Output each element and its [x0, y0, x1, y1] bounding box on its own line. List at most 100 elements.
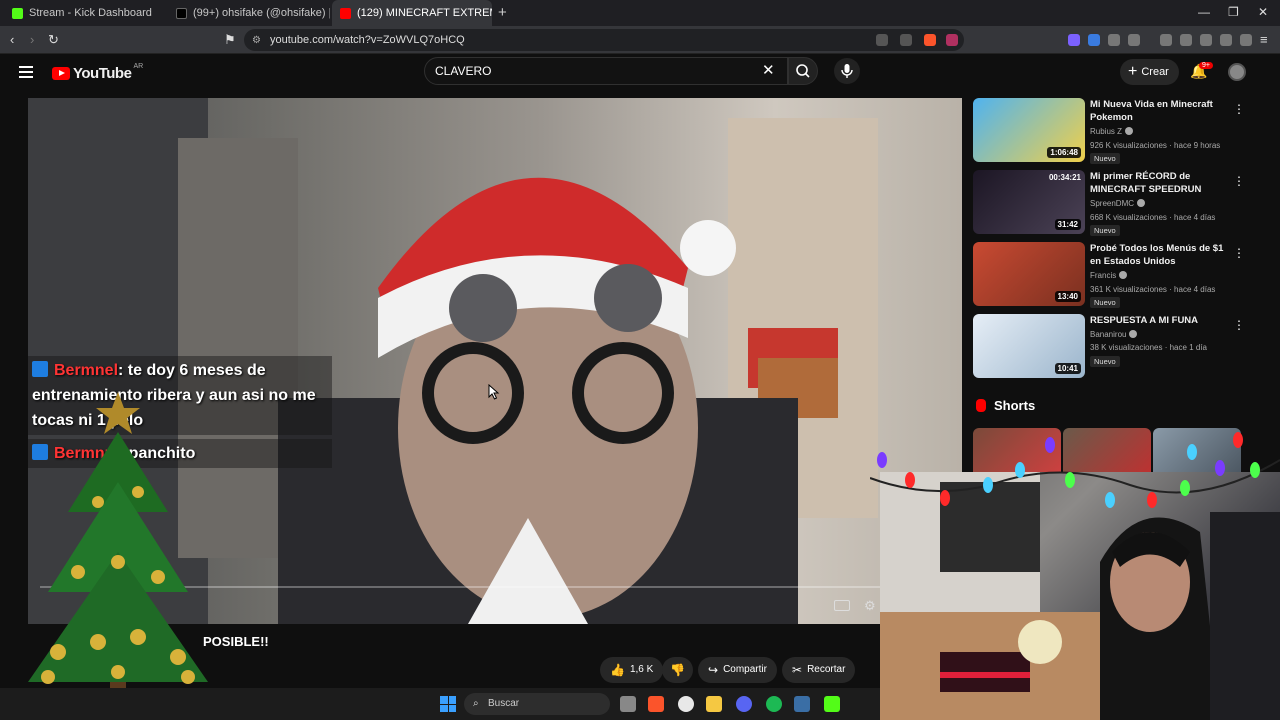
channel-name[interactable]: Francis	[1090, 271, 1128, 280]
new-tab-icon[interactable]: +	[498, 4, 507, 21]
channel-label: Bananirou	[1090, 330, 1127, 339]
file-explorer-icon[interactable]	[706, 696, 722, 712]
settings-gear-icon[interactable]: ⚙	[864, 598, 876, 614]
windows-start-icon[interactable]	[440, 696, 456, 712]
tiktok-icon	[176, 7, 187, 19]
clear-search-icon[interactable]: ✕	[762, 61, 775, 79]
app-icon[interactable]	[794, 696, 810, 712]
vpn-icon[interactable]	[1240, 34, 1252, 46]
chrome-icon[interactable]	[678, 696, 694, 712]
create-button[interactable]: + Crear	[1120, 59, 1179, 85]
youtube-icon	[340, 7, 351, 19]
more-options-icon[interactable]: ⋮	[1233, 102, 1245, 116]
spotify-icon[interactable]	[766, 696, 782, 712]
task-view-icon[interactable]	[620, 696, 636, 712]
recommended-video[interactable]: 00:34:21 31:42 Mi primer RÉCORD de MINEC…	[973, 170, 1263, 236]
video-thumbnail[interactable]: 1:06:48	[973, 98, 1085, 162]
cast-icon[interactable]	[876, 34, 888, 46]
like-button[interactable]: 👍 1,6 K	[600, 657, 664, 683]
duration-badge: 1:06:48	[1047, 147, 1081, 158]
scissors-icon: ✂	[792, 663, 803, 677]
verified-icon	[1119, 271, 1128, 279]
tab-tiktok[interactable]: (99+) ohsifake (@ohsifake) | TikTok	[168, 0, 330, 26]
discord-icon[interactable]	[736, 696, 752, 712]
tab-label: (129) MINECRAFT EXTREMO ES I	[357, 7, 492, 19]
extension-icon[interactable]	[1128, 34, 1140, 46]
video-title[interactable]: RESPUESTA A MI FUNA	[1090, 314, 1230, 327]
video-title[interactable]: Mi primer RÉCORD de MINECRAFT SPEEDRUN	[1090, 170, 1230, 196]
search-input[interactable]: CLAVERO	[424, 57, 788, 85]
avatar[interactable]	[1228, 63, 1246, 81]
hamburger-menu-icon[interactable]	[19, 66, 33, 78]
recommended-video[interactable]: 10:41 RESPUESTA A MI FUNA Bananirou 38 K…	[973, 314, 1263, 378]
christmas-tree-decoration	[28, 392, 208, 702]
bookmark-icon[interactable]: ⚑	[224, 32, 236, 48]
video-thumbnail[interactable]: 00:34:21 31:42	[973, 170, 1085, 234]
tab-kick-dashboard[interactable]: Stream - Kick Dashboard	[4, 0, 164, 26]
tab-label: Stream - Kick Dashboard	[29, 7, 152, 19]
video-title[interactable]: Mi Nueva Vida en Minecraft Pokemon	[1090, 98, 1230, 124]
new-badge: Nuevo	[1090, 356, 1120, 367]
search-icon: ⌕	[473, 698, 479, 709]
mouse-cursor-icon	[488, 384, 500, 400]
kick-app-icon[interactable]	[824, 696, 840, 712]
url-field[interactable]: youtube.com/watch?v=ZoWVLQ7oHCQ	[244, 29, 964, 51]
search-button[interactable]	[788, 57, 818, 85]
share-label: Compartir	[723, 664, 767, 675]
brave-icon[interactable]	[648, 696, 664, 712]
puzzle-icon[interactable]	[1108, 34, 1120, 46]
duration-badge: 13:40	[1054, 291, 1081, 302]
more-options-icon[interactable]: ⋮	[1233, 174, 1245, 188]
restore-icon[interactable]: ❐	[1228, 5, 1239, 19]
verified-icon	[1125, 127, 1134, 135]
video-thumbnail[interactable]: 13:40	[973, 242, 1085, 306]
more-options-icon[interactable]: ⋮	[1233, 318, 1245, 332]
subtitles-icon[interactable]	[834, 600, 850, 611]
browser-tab-bar: Stream - Kick Dashboard (99+) ohsifake (…	[0, 0, 1280, 26]
channel-name[interactable]: Rubius Z	[1090, 127, 1134, 136]
taskbar-search[interactable]: Buscar	[464, 693, 610, 715]
rewards-icon[interactable]	[946, 34, 958, 46]
clip-label: Recortar	[807, 664, 846, 675]
close-window-icon[interactable]: ✕	[1258, 5, 1268, 19]
duration-badge: 10:41	[1054, 363, 1081, 374]
video-thumbnail[interactable]: 10:41	[973, 314, 1085, 378]
channel-name[interactable]: SpreenDMC	[1090, 199, 1146, 208]
recommended-video[interactable]: 13:40 Probé Todos los Menús de $1 en Est…	[973, 242, 1263, 308]
recommended-video[interactable]: 1:06:48 Mi Nueva Vida en Minecraft Pokem…	[973, 98, 1263, 164]
youtube-logo[interactable]: YouTube AR	[52, 63, 143, 82]
wallet-icon[interactable]	[1200, 34, 1212, 46]
more-options-icon[interactable]: ⋮	[1233, 246, 1245, 260]
extension-icon[interactable]	[1088, 34, 1100, 46]
verified-icon	[1129, 330, 1138, 338]
like-count: 1,6 K	[629, 664, 654, 675]
minimize-icon[interactable]: —	[1198, 5, 1210, 19]
reload-icon[interactable]: ↻	[48, 32, 59, 48]
clip-button[interactable]: ✂ Recortar	[782, 657, 856, 683]
share-icon[interactable]	[900, 34, 912, 46]
kick-icon	[12, 7, 23, 19]
menu-icon[interactable]: ≡	[1260, 32, 1268, 47]
new-badge: Nuevo	[1090, 153, 1120, 164]
channel-label: Francis	[1090, 271, 1117, 280]
extension-icon[interactable]	[1068, 34, 1080, 46]
youtube-play-icon	[52, 67, 70, 80]
video-title[interactable]: Probé Todos los Menús de $1 en Estados U…	[1090, 242, 1230, 268]
create-label: Crear	[1141, 66, 1169, 78]
brave-shield-icon[interactable]	[924, 34, 936, 46]
sidebar-icon[interactable]	[1180, 34, 1192, 46]
tab-youtube-active[interactable]: (129) MINECRAFT EXTREMO ES I ✕	[332, 0, 492, 26]
notification-count-badge: 9+	[1199, 62, 1213, 69]
leo-icon[interactable]	[1220, 34, 1232, 46]
media-icon[interactable]	[1160, 34, 1172, 46]
share-button[interactable]: ↪ Compartir	[698, 657, 777, 683]
forward-icon[interactable]: ›	[30, 32, 34, 47]
duration-badge: 31:42	[1054, 219, 1081, 230]
back-icon[interactable]: ‹	[10, 32, 14, 47]
dislike-button[interactable]: 👎	[662, 657, 693, 683]
site-info-icon[interactable]: ⚙	[252, 35, 261, 46]
channel-name[interactable]: Bananirou	[1090, 330, 1138, 339]
voice-search-button[interactable]	[834, 58, 860, 84]
channel-label: SpreenDMC	[1090, 199, 1135, 208]
channel-label: Rubius Z	[1090, 127, 1123, 136]
